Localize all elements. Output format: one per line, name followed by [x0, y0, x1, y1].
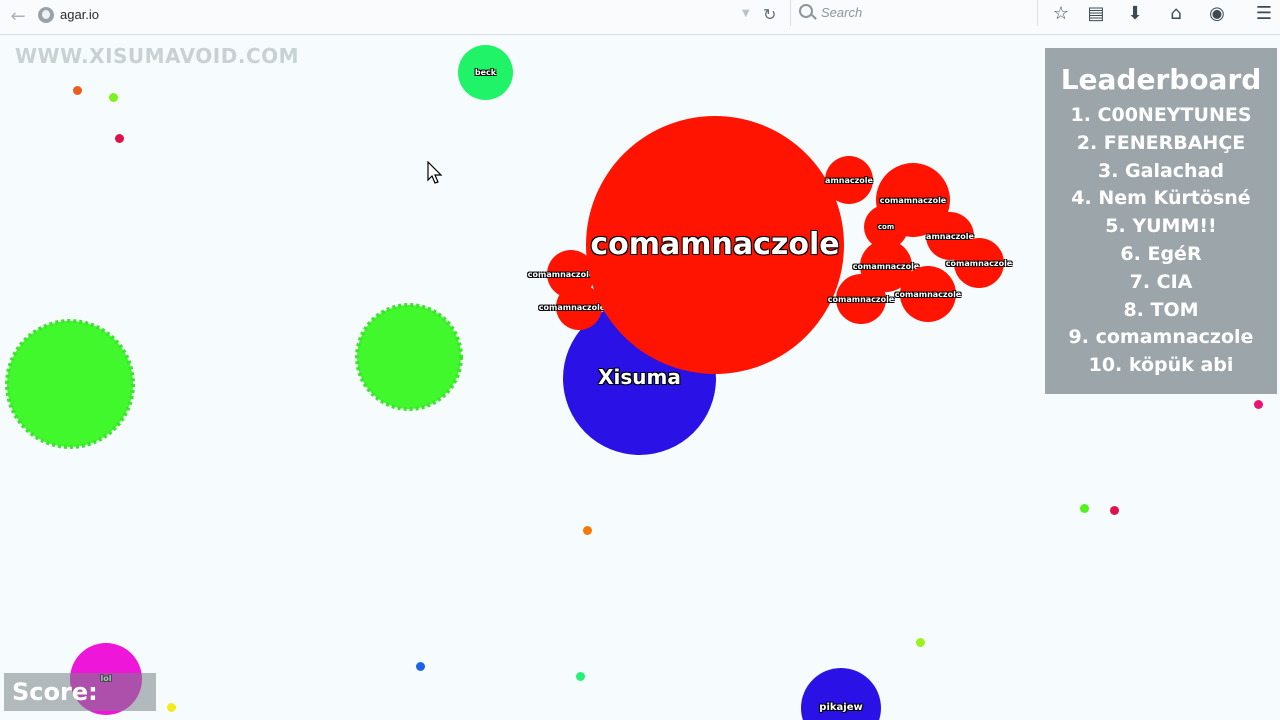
enemy-split-cell: comamnaczole — [946, 238, 1012, 288]
mouse-cursor-icon — [427, 161, 443, 184]
bookmark-star-icon[interactable]: ☆ — [1049, 2, 1073, 26]
cell-label: pikajew — [819, 701, 863, 713]
leaderboard-entry: 2. FENERBAHÇE — [1076, 131, 1246, 154]
food-pellet — [1254, 400, 1263, 409]
food-pellet — [416, 662, 425, 671]
leaderboard-entry: 10. köpük abi — [1088, 354, 1234, 377]
cell-label: comamnaczole — [827, 294, 895, 304]
download-icon[interactable]: ⬇ — [1123, 2, 1147, 26]
food-pellet — [167, 703, 176, 712]
back-icon[interactable]: ← — [6, 4, 30, 28]
cell-label: comamnaczole — [879, 195, 947, 205]
leaderboard-entry: 8. TOM — [1123, 298, 1199, 321]
cell-label: amnaczole — [926, 231, 974, 241]
enemy-split-cell: amnaczole — [825, 156, 873, 204]
leaderboard-entry: 7. CIA — [1129, 270, 1193, 293]
reading-list-icon[interactable]: ▤ — [1084, 2, 1108, 26]
enemy-split-cell: comamnaczole — [828, 274, 894, 324]
leaderboard-entry: 5. YUMM!! — [1105, 215, 1217, 238]
url-dropdown-icon[interactable]: ▼ — [742, 8, 750, 19]
leaderboard-entry: 6. EgéR — [1120, 242, 1202, 265]
home-icon[interactable]: ⌂ — [1164, 2, 1188, 26]
cell-label: comamnaczole — [852, 261, 920, 271]
cell-label: comamnaczole — [894, 289, 962, 299]
url-text[interactable]: agar.io — [60, 7, 99, 22]
leaderboard-entry: 3. Galachad — [1097, 159, 1224, 182]
cell-label: amnaczole — [825, 175, 873, 185]
reload-icon[interactable]: ↻ — [763, 5, 776, 24]
cell-label: beck — [474, 68, 497, 77]
food-pellet — [73, 86, 82, 95]
food-pellet — [1110, 506, 1119, 515]
search-input[interactable]: Search — [790, 0, 1038, 26]
leaderboard: Leaderboard 1. C00NEYTUNES 2. FENERBAHÇE… — [1045, 48, 1277, 394]
cell-label: comamnaczole — [538, 302, 606, 312]
search-icon — [799, 4, 813, 18]
watermark: WWW.XISUMAVOID.COM — [15, 44, 300, 68]
food-pellet — [916, 638, 925, 647]
food-pellet — [109, 93, 118, 102]
leaderboard-title: Leaderboard — [1060, 63, 1262, 96]
cell-pikajew: pikajew — [801, 668, 881, 720]
player-label: Xisuma — [598, 364, 681, 389]
globe-icon — [38, 7, 54, 23]
cell-label: comamnaczole — [527, 269, 595, 279]
browser-toolbar: ← agar.io ▼ ↻ Search ☆ ▤ ⬇ ⌂ ◉ ☰ — [0, 0, 1280, 35]
leaderboard-entry: 1. C00NEYTUNES — [1070, 104, 1252, 126]
cell-beck: beck — [458, 45, 513, 100]
virus-left — [5, 319, 135, 449]
enemy-label: comamnaczole — [590, 226, 840, 262]
leaderboard-entry: 9. comamnaczole — [1068, 326, 1254, 349]
virus-middle — [355, 303, 463, 411]
leaderboard-entry: 4. Nem Kürtösné — [1071, 187, 1251, 210]
food-pellet — [1080, 504, 1089, 513]
menu-icon[interactable]: ☰ — [1252, 2, 1276, 26]
food-pellet — [115, 134, 124, 143]
enemy-cell-comamnaczole: comamnaczole — [586, 116, 844, 374]
score-display: Score: 668 — [4, 673, 156, 720]
search-placeholder: Search — [821, 5, 863, 20]
enemy-split-cell: comamnaczole — [895, 266, 961, 322]
cell-label: com — [877, 223, 895, 231]
url-bar[interactable]: agar.io ▼ ↻ — [30, 3, 784, 29]
cell-label: comamnaczole — [945, 258, 1013, 268]
food-pellet — [583, 526, 592, 535]
chat-icon[interactable]: ◉ — [1205, 2, 1229, 26]
food-pellet — [576, 672, 585, 681]
